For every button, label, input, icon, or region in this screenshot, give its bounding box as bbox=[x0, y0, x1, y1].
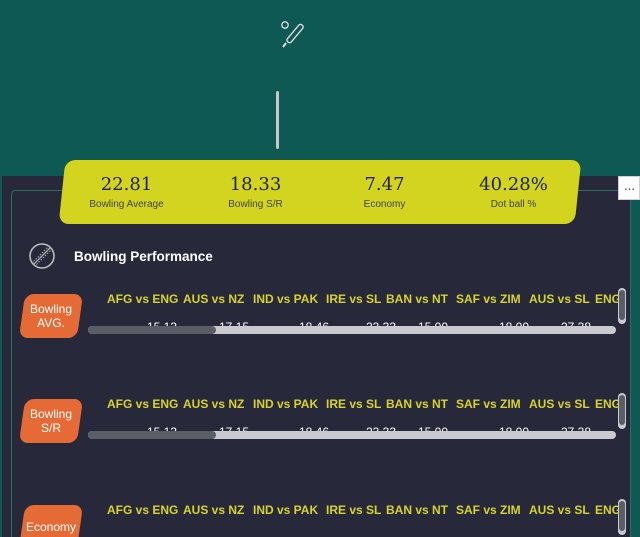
metric-badge-label: Bowling S/R bbox=[29, 407, 73, 435]
match-name: ENG bbox=[595, 292, 618, 306]
match-name: AFG vs ENG bbox=[107, 397, 179, 411]
metric-row: Bowling S/RAFG vs ENG15.13AUS vs NZ17.15… bbox=[18, 393, 630, 457]
match-name: AUS vs NZ bbox=[183, 397, 245, 411]
stat-label: Economy bbox=[363, 199, 406, 210]
stat-dot-ball: 40.28% Dot ball % bbox=[449, 160, 578, 224]
scrollbar-thumb[interactable] bbox=[619, 290, 625, 320]
match-name: BAN vs NT bbox=[386, 397, 449, 411]
scrollbar-thumb[interactable] bbox=[619, 501, 625, 531]
scrollbar-thumb[interactable] bbox=[88, 326, 216, 334]
match-cell: BAN vs NT bbox=[386, 503, 466, 531]
stat-label: Dot ball % bbox=[490, 199, 537, 210]
match-name: SAF vs ZIM bbox=[456, 397, 521, 411]
match-name: IND vs PAK bbox=[253, 292, 319, 306]
stat-value: 22.81 bbox=[100, 174, 153, 195]
stat-label: Bowling S/R bbox=[228, 199, 283, 210]
match-cell: IND vs PAK bbox=[253, 503, 333, 531]
metric-row: Economy AFG vs ENG AUS vs NZ IND vs PAK IRE … bbox=[18, 499, 630, 537]
match-name: SAF vs ZIM bbox=[456, 292, 521, 306]
match-name: IND vs PAK bbox=[253, 503, 319, 517]
vertical-scrollbar[interactable] bbox=[618, 499, 626, 535]
match-cell: AFG vs ENG bbox=[107, 503, 187, 531]
app-root: ··· 22.81 Bowling Average 18.33 Bowling … bbox=[0, 0, 640, 537]
match-strip[interactable]: AFG vs ENG AUS vs NZ IND vs PAK IRE vs SL BA… bbox=[88, 503, 618, 537]
performance-title: Bowling Performance bbox=[74, 248, 213, 264]
match-name: BAN vs NT bbox=[386, 292, 449, 306]
match-cell: SAF vs ZIM bbox=[456, 503, 536, 531]
metric-row: Bowling AVG.AFG vs ENG15.13AUS vs NZ17.1… bbox=[18, 288, 630, 352]
metric-badge-label: Bowling AVG. bbox=[29, 302, 73, 330]
performance-header: Bowling Performance bbox=[28, 242, 213, 270]
stats-row: 22.81 Bowling Average 18.33 Bowling S/R … bbox=[62, 160, 578, 224]
scrollbar-thumb[interactable] bbox=[619, 395, 625, 425]
horizontal-scrollbar[interactable] bbox=[88, 326, 616, 334]
metric-badge: Economy bbox=[18, 505, 84, 537]
match-name: AFG vs ENG bbox=[107, 503, 179, 517]
match-name: ENG bbox=[595, 397, 618, 411]
stat-economy: 7.47 Economy bbox=[320, 160, 449, 224]
match-cell: ENG bbox=[595, 503, 618, 531]
vertical-scrollbar[interactable] bbox=[618, 288, 626, 324]
hero-divider bbox=[276, 91, 279, 149]
cricket-ball-icon bbox=[28, 242, 56, 270]
match-name: AFG vs ENG bbox=[107, 292, 179, 306]
match-name: IND vs PAK bbox=[253, 397, 319, 411]
horizontal-scrollbar[interactable] bbox=[88, 431, 616, 439]
stat-bowling-average: 22.81 Bowling Average bbox=[62, 160, 191, 224]
hero-banner bbox=[0, 0, 640, 176]
metric-badge: Bowling AVG. bbox=[18, 294, 84, 338]
match-cell: ENG bbox=[595, 292, 618, 320]
metric-badge-label: Economy bbox=[25, 520, 77, 534]
match-name: ENG bbox=[595, 503, 618, 517]
stat-bowling-sr: 18.33 Bowling S/R bbox=[191, 160, 320, 224]
stat-value: 40.28% bbox=[479, 174, 548, 195]
match-name: SAF vs ZIM bbox=[456, 503, 521, 517]
match-cell: ENG bbox=[595, 397, 618, 425]
metric-badge: Bowling S/R bbox=[18, 399, 84, 443]
vertical-scrollbar[interactable] bbox=[618, 393, 626, 429]
scrollbar-thumb[interactable] bbox=[88, 431, 216, 439]
match-name: BAN vs NT bbox=[386, 503, 449, 517]
match-name: AUS vs NZ bbox=[183, 292, 245, 306]
stat-value: 18.33 bbox=[229, 174, 282, 195]
stat-label: Bowling Average bbox=[89, 199, 164, 210]
match-cell: AUS vs NZ bbox=[183, 503, 263, 531]
cricket-bat-icon bbox=[279, 20, 309, 50]
stat-value: 7.47 bbox=[364, 174, 405, 195]
more-options-button[interactable]: ··· bbox=[618, 176, 640, 200]
match-name: AUS vs NZ bbox=[183, 503, 245, 517]
